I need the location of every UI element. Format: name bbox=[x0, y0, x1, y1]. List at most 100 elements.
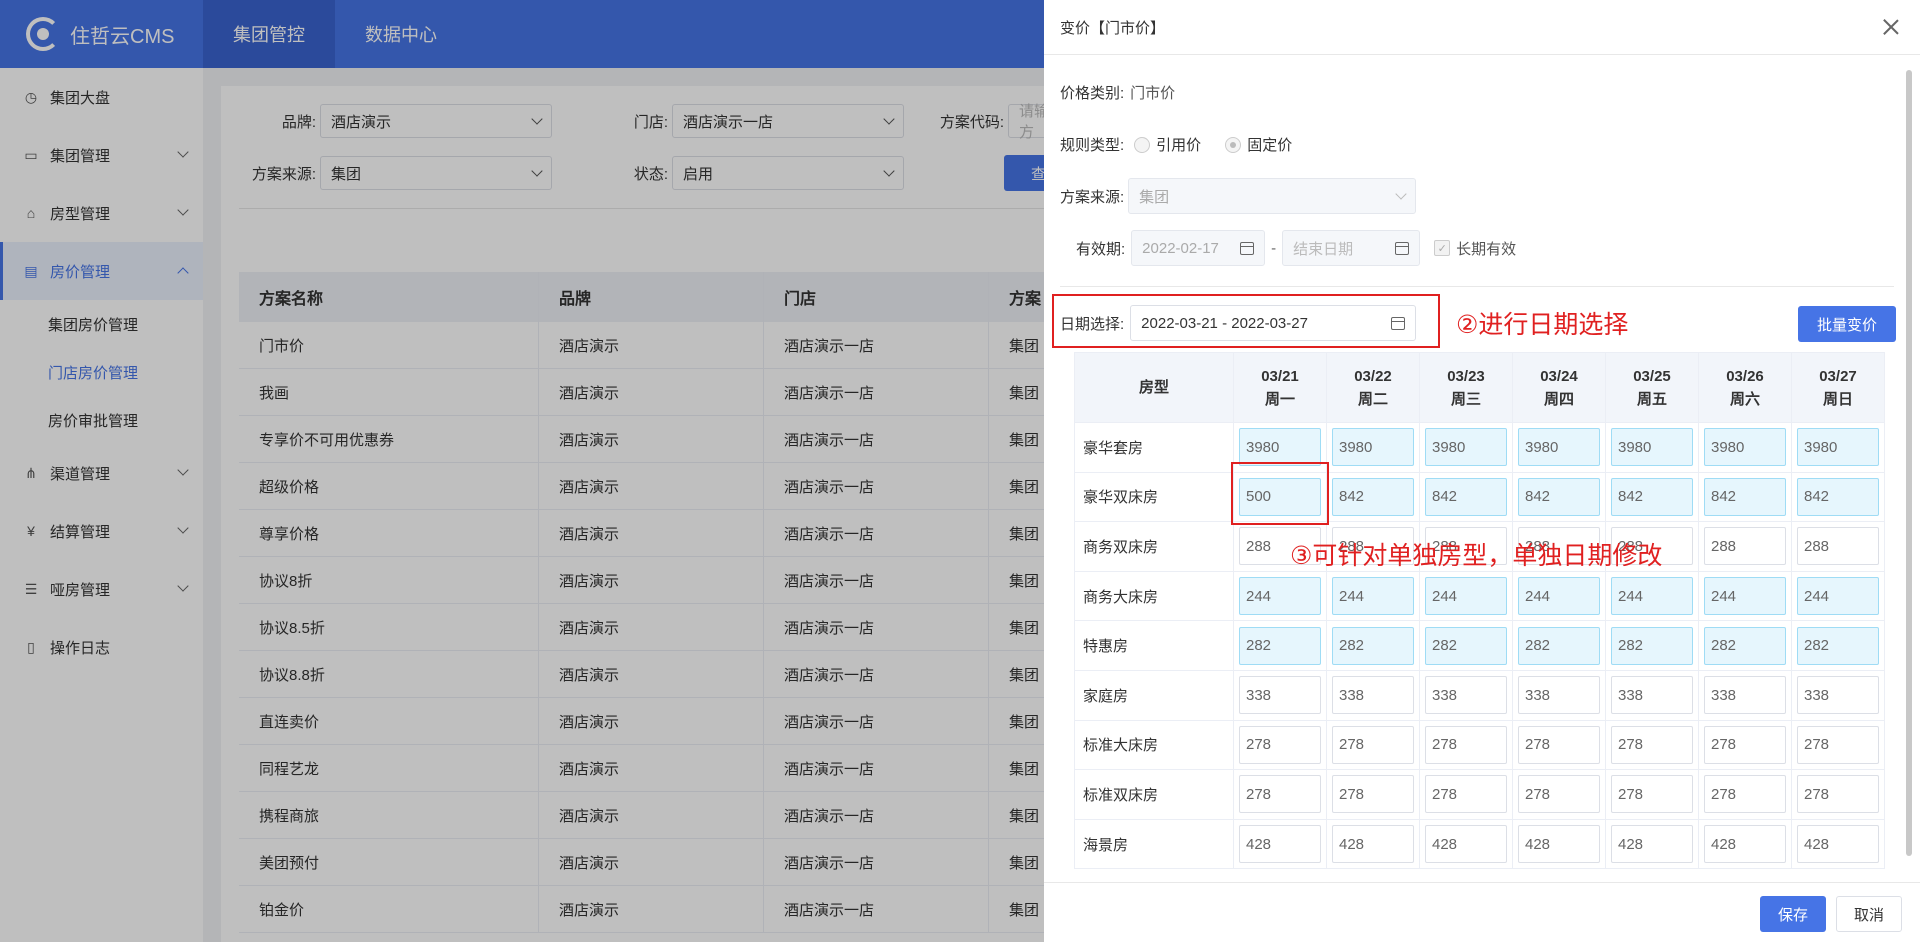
price-input[interactable]: 244 bbox=[1611, 577, 1693, 616]
price-input[interactable]: 244 bbox=[1704, 577, 1786, 616]
price-input[interactable]: 3980 bbox=[1797, 428, 1879, 467]
price-input[interactable]: 842 bbox=[1704, 477, 1786, 516]
price-cell: 3980 bbox=[1698, 422, 1792, 473]
valid-start-input[interactable]: 2022-02-17 bbox=[1131, 230, 1266, 266]
day-header: 03/26 周六 bbox=[1698, 352, 1792, 423]
price-input[interactable]: 842 bbox=[1332, 477, 1414, 516]
price-input[interactable]: 338 bbox=[1704, 676, 1786, 715]
price-input[interactable]: 244 bbox=[1518, 577, 1600, 616]
long-term-checkbox[interactable]: ✓ 长期有效 bbox=[1434, 238, 1516, 259]
drawer-scrollbar[interactable] bbox=[1906, 70, 1912, 856]
calendar-icon bbox=[1240, 241, 1255, 255]
price-input[interactable]: 842 bbox=[1518, 477, 1600, 516]
price-input[interactable]: 282 bbox=[1425, 626, 1507, 665]
price-input[interactable]: 278 bbox=[1797, 725, 1879, 764]
price-input[interactable]: 278 bbox=[1797, 775, 1879, 814]
close-icon[interactable] bbox=[1882, 18, 1900, 36]
price-input[interactable]: 278 bbox=[1425, 775, 1507, 814]
day-date: 03/25 bbox=[1633, 367, 1671, 385]
price-cell: 278 bbox=[1698, 719, 1792, 771]
price-input[interactable]: 278 bbox=[1239, 775, 1321, 814]
price-input[interactable]: 282 bbox=[1239, 626, 1321, 665]
rule-radio-ref[interactable]: 引用价 bbox=[1134, 134, 1201, 155]
price-input[interactable]: 338 bbox=[1797, 676, 1879, 715]
price-input[interactable]: 278 bbox=[1239, 725, 1321, 764]
valid-start-value: 2022-02-17 bbox=[1142, 239, 1219, 257]
price-cell: 244 bbox=[1605, 570, 1699, 622]
day-date: 03/24 bbox=[1540, 367, 1578, 385]
roomtype-name: 标准双床房 bbox=[1074, 769, 1234, 820]
price-grid: 房型 03/21 周一 03/22 周二 03/23 周三 03/24 周四 03/25… bbox=[1074, 352, 1885, 870]
drawer-title: 变价【门市价】 bbox=[1060, 19, 1166, 37]
price-input[interactable]: 278 bbox=[1425, 725, 1507, 764]
day-header: 03/27 周日 bbox=[1791, 352, 1885, 423]
price-input[interactable]: 3980 bbox=[1425, 428, 1507, 467]
price-input[interactable]: 3980 bbox=[1332, 428, 1414, 467]
price-input[interactable]: 244 bbox=[1425, 577, 1507, 616]
price-input[interactable]: 338 bbox=[1239, 676, 1321, 715]
radio-checked-icon bbox=[1225, 136, 1242, 153]
price-cell: 428 bbox=[1419, 818, 1513, 870]
price-input[interactable]: 282 bbox=[1797, 626, 1879, 665]
price-input[interactable]: 428 bbox=[1704, 825, 1786, 864]
roomtype-name: 豪华双床房 bbox=[1074, 471, 1234, 523]
price-input[interactable]: 338 bbox=[1611, 676, 1693, 715]
price-input[interactable]: 428 bbox=[1797, 825, 1879, 864]
modal-overlay[interactable] bbox=[0, 0, 1044, 942]
drawer-source-select[interactable]: 集团 bbox=[1128, 178, 1417, 214]
price-input[interactable]: 842 bbox=[1425, 477, 1507, 516]
date-range-input[interactable]: 2022-03-21 - 2022-03-27 bbox=[1130, 305, 1417, 341]
price-input[interactable]: 278 bbox=[1332, 775, 1414, 814]
price-input[interactable]: 278 bbox=[1704, 775, 1786, 814]
price-input[interactable]: 3980 bbox=[1704, 428, 1786, 467]
price-input[interactable]: 3980 bbox=[1239, 428, 1321, 467]
price-grid-row: 家庭房 338 338 338 338 338 338 338 bbox=[1074, 669, 1885, 721]
price-input[interactable]: 278 bbox=[1611, 725, 1693, 764]
price-cell: 842 bbox=[1791, 471, 1885, 523]
price-input[interactable]: 428 bbox=[1332, 825, 1414, 864]
roomtype-name: 海景房 bbox=[1074, 818, 1234, 870]
valid-period-row: 有效期: 2022-02-17 - 结束日期 ✓ 长期有效 bbox=[1076, 230, 1516, 266]
price-input[interactable]: 278 bbox=[1332, 725, 1414, 764]
valid-end-input[interactable]: 结束日期 bbox=[1282, 230, 1421, 266]
price-input[interactable]: 278 bbox=[1518, 775, 1600, 814]
price-input[interactable]: 244 bbox=[1239, 577, 1321, 616]
price-input[interactable]: 282 bbox=[1704, 626, 1786, 665]
day-date: 03/23 bbox=[1447, 367, 1485, 385]
annotation-cell: ③可针对单独房型，单独日期修改 bbox=[1290, 542, 1663, 570]
price-input[interactable]: 338 bbox=[1518, 676, 1600, 715]
price-input[interactable]: 278 bbox=[1704, 725, 1786, 764]
price-input[interactable]: 338 bbox=[1332, 676, 1414, 715]
price-input[interactable]: 288 bbox=[1797, 527, 1879, 566]
chevron-down-icon bbox=[1395, 188, 1407, 200]
price-cell: 278 bbox=[1326, 719, 1420, 771]
price-input[interactable]: 428 bbox=[1611, 825, 1693, 864]
price-cell: 278 bbox=[1605, 769, 1699, 820]
price-input[interactable]: 428 bbox=[1239, 825, 1321, 864]
price-input[interactable]: 842 bbox=[1797, 477, 1879, 516]
day-date: 03/26 bbox=[1726, 367, 1764, 385]
price-input[interactable]: 428 bbox=[1518, 825, 1600, 864]
calendar-icon bbox=[1391, 316, 1406, 330]
price-grid-row: 豪华双床房 500 842 842 842 842 842 842 bbox=[1074, 471, 1885, 523]
rule-radio-fixed[interactable]: 固定价 bbox=[1225, 134, 1292, 155]
price-cell: 338 bbox=[1326, 669, 1420, 721]
batch-change-button[interactable]: 批量变价 bbox=[1798, 306, 1896, 342]
price-input[interactable]: 282 bbox=[1518, 626, 1600, 665]
price-input[interactable]: 338 bbox=[1425, 676, 1507, 715]
price-input[interactable]: 282 bbox=[1332, 626, 1414, 665]
price-input[interactable]: 3980 bbox=[1518, 428, 1600, 467]
price-input[interactable]: 278 bbox=[1611, 775, 1693, 814]
save-button[interactable]: 保存 bbox=[1760, 896, 1826, 932]
price-input[interactable]: 244 bbox=[1332, 577, 1414, 616]
price-input[interactable]: 428 bbox=[1425, 825, 1507, 864]
price-input[interactable]: 288 bbox=[1704, 527, 1786, 566]
price-input[interactable]: 842 bbox=[1611, 477, 1693, 516]
cancel-button[interactable]: 取消 bbox=[1836, 896, 1902, 932]
valid-separator: - bbox=[1271, 239, 1277, 257]
price-input[interactable]: 3980 bbox=[1611, 428, 1693, 467]
price-input[interactable]: 278 bbox=[1518, 725, 1600, 764]
price-input[interactable]: 282 bbox=[1611, 626, 1693, 665]
price-input[interactable]: 244 bbox=[1797, 577, 1879, 616]
price-cell: 428 bbox=[1605, 818, 1699, 870]
